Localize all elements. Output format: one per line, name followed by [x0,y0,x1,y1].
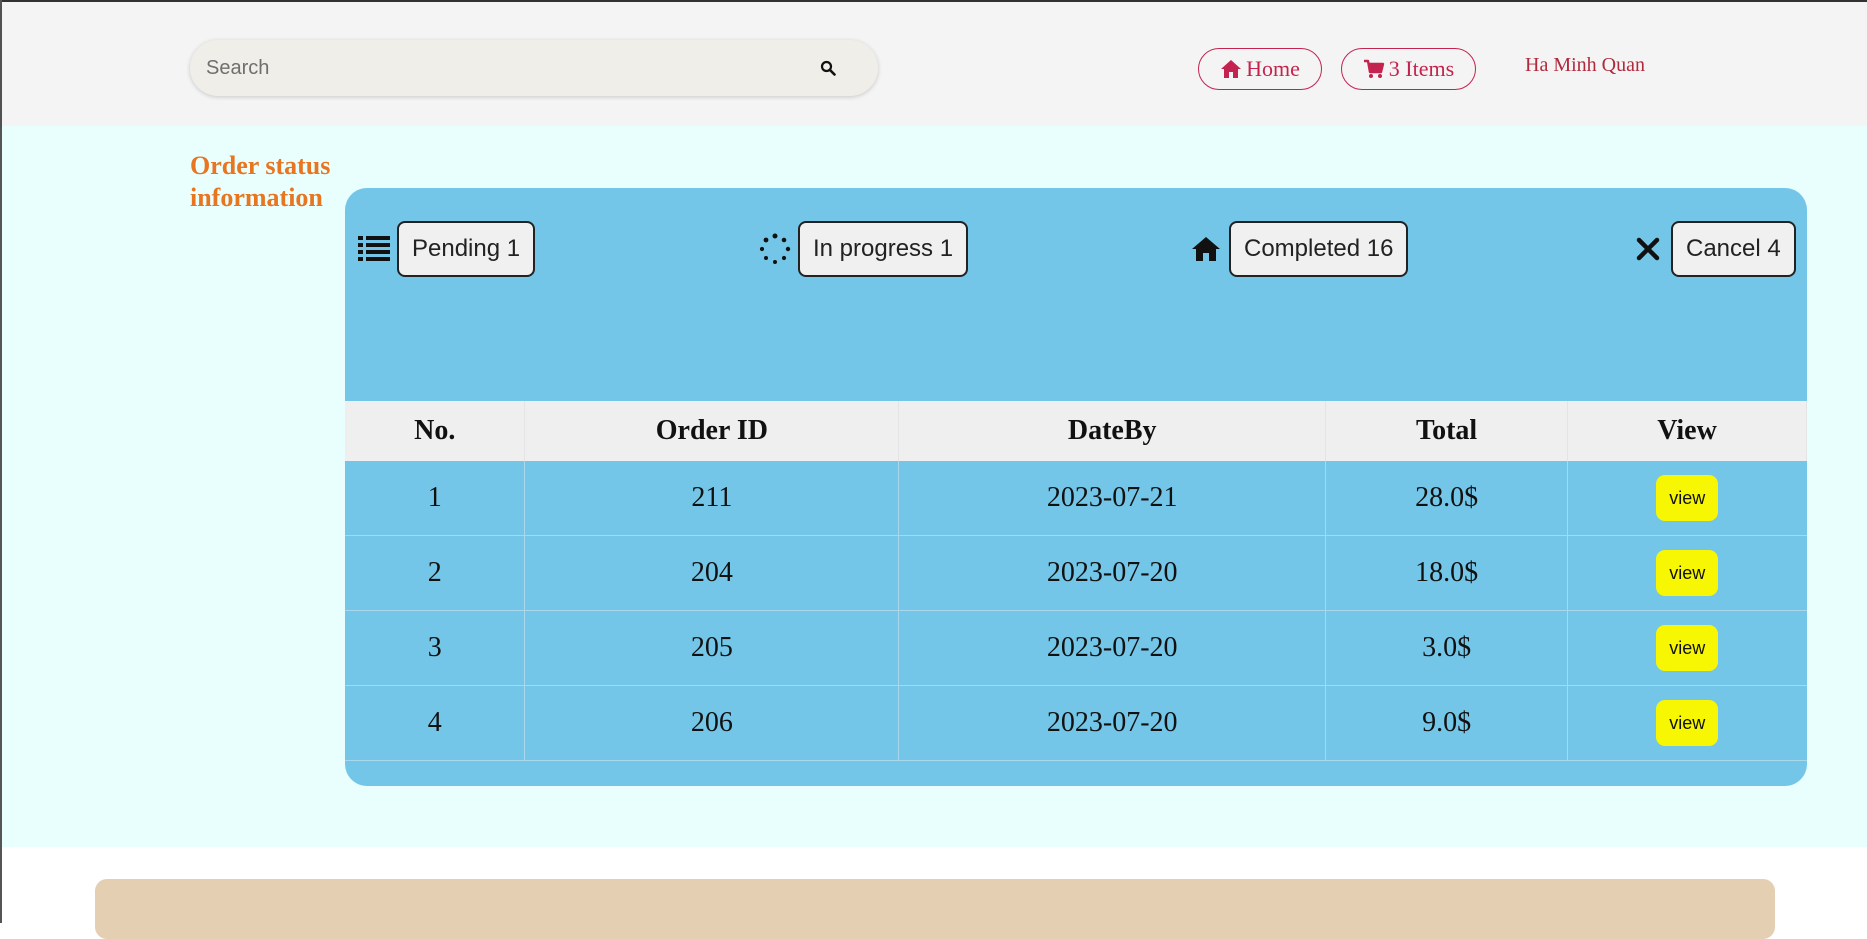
cart-button-label: 3 Items [1388,56,1455,81]
cell-view: view [1567,535,1807,611]
search-bar [190,39,878,97]
cell-order-id: 204 [524,535,900,611]
cell-view: view [1567,461,1807,536]
section-title: Order status information [190,151,331,212]
cell-date: 2023-07-21 [898,461,1327,536]
home-icon [1189,232,1223,266]
search-button[interactable] [808,48,848,88]
cell-date: 2023-07-20 [898,610,1327,686]
home-button-label: Home [1246,56,1300,81]
close-icon [1631,232,1665,266]
cell-order-id: 205 [524,610,900,686]
view-button[interactable]: view [1656,550,1719,596]
header-no: No. [345,401,526,461]
view-button[interactable]: view [1656,475,1719,521]
header-total: Total [1325,401,1569,461]
view-button[interactable]: view [1656,625,1719,671]
home-button[interactable]: Home [1198,48,1322,90]
cell-total: 9.0$ [1325,685,1569,761]
cancel-button[interactable]: Cancel 4 [1671,221,1796,277]
footer-banner [95,879,1775,939]
cart-button[interactable]: 3 Items [1341,48,1476,90]
cell-view: view [1567,610,1807,686]
cell-total: 28.0$ [1325,461,1569,536]
cell-no: 4 [345,685,526,761]
cell-order-id: 206 [524,685,900,761]
cell-no: 2 [345,535,526,611]
cell-total: 18.0$ [1325,535,1569,611]
cell-date: 2023-07-20 [898,535,1327,611]
home-icon [1221,60,1242,78]
cart-icon [1363,59,1384,78]
table-row: 1 211 2023-07-21 28.0$ view [345,461,1807,536]
table-header-row: No. Order ID DateBy Total View [345,401,1807,461]
table-row: 3 205 2023-07-20 3.0$ view [345,610,1807,686]
header-order-id: Order ID [524,401,900,461]
user-name-link[interactable]: Ha Minh Quan [1525,54,1645,77]
header-view: View [1567,401,1807,461]
cell-date: 2023-07-20 [898,685,1327,761]
cell-view: view [1567,685,1807,761]
orders-table: No. Order ID DateBy Total View 1 211 202… [345,401,1807,761]
cell-no: 1 [345,461,526,536]
completed-button[interactable]: Completed 16 [1229,221,1409,277]
status-completed: Completed 16 [1189,221,1409,277]
pending-button[interactable]: Pending 1 [397,221,536,277]
search-input[interactable] [190,39,808,97]
top-header: Home 3 Items Ha Minh Quan [2,2,1867,126]
cell-no: 3 [345,610,526,686]
view-button[interactable]: view [1656,700,1719,746]
status-pending: Pending 1 [357,221,536,277]
list-icon [357,232,391,266]
main-content: Order status information Pending 1 In pr… [2,126,1867,847]
in-progress-button[interactable]: In progress 1 [798,221,969,277]
status-in-progress: In progress 1 [758,221,969,277]
cell-order-id: 211 [524,461,900,536]
cell-total: 3.0$ [1325,610,1569,686]
status-cancel: Cancel 4 [1631,221,1796,277]
table-row: 4 206 2023-07-20 9.0$ view [345,685,1807,761]
table-row: 2 204 2023-07-20 18.0$ view [345,535,1807,611]
order-status-panel: Pending 1 In progress 1 Completed 16 Can… [345,188,1807,786]
search-icon [820,60,836,76]
spinner-icon [758,232,792,266]
header-date: DateBy [898,401,1327,461]
